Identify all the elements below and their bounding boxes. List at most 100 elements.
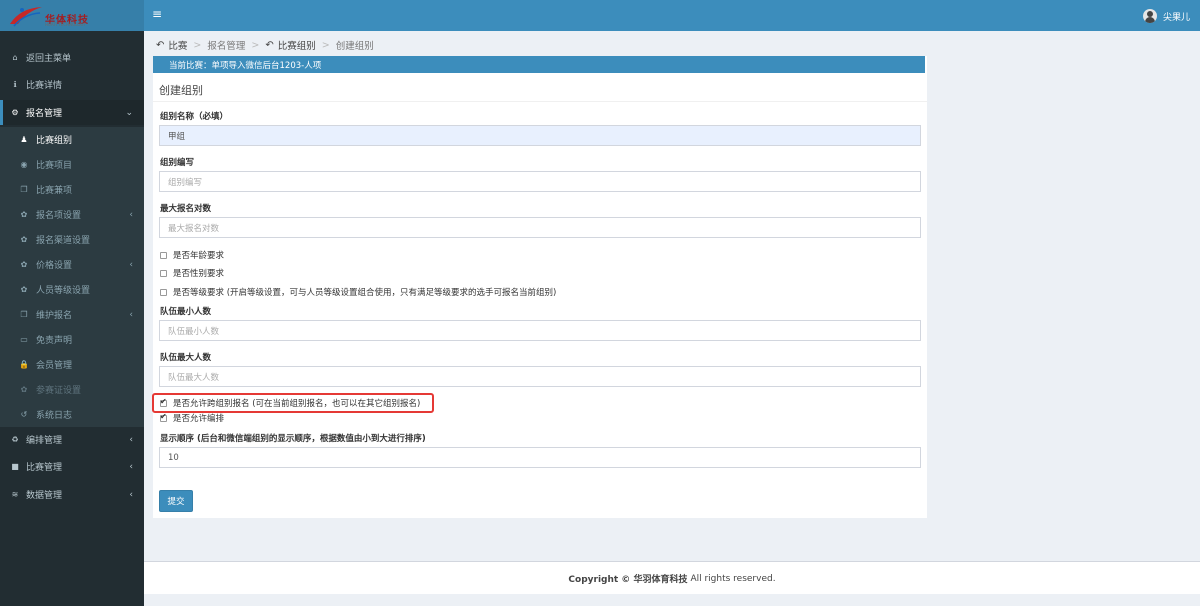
max-pairs-label: 最大报名对数 [160, 204, 212, 214]
sidebar-item-label: 会员管理 [36, 361, 73, 371]
chevron-left-icon: ‹ [129, 209, 133, 220]
sidebar-item-registration-channels[interactable]: ✿ 报名渠道设置 [0, 227, 144, 252]
sidebar-item-system-log[interactable]: ↺ 系统日志 [0, 402, 144, 427]
chevron-left-icon: ‹ [129, 259, 133, 270]
reply-icon: ↶ [265, 39, 274, 51]
sidebar-item-label: 价格设置 [36, 261, 73, 271]
footer-copyright: Copyright © 华羽体育科技 [568, 575, 688, 585]
divider [153, 101, 927, 102]
footer-rights: All rights reserved. [690, 573, 776, 584]
allow-arrange-checkbox[interactable] [160, 412, 167, 422]
page-title: 创建组别 [159, 84, 203, 97]
display-order-input[interactable]: 10 [159, 447, 921, 468]
breadcrumb-match[interactable]: 比赛 [168, 38, 187, 52]
logo-subtext: HUATI TECHNOLOGY [45, 22, 86, 27]
sidebar-item-member-levels[interactable]: ✿ 人员等级设置 [0, 277, 144, 302]
sidebar-item-members[interactable]: 🔒 会员管理 [0, 352, 144, 377]
copy-icon: ❐ [20, 185, 28, 194]
sidebar-item-combined-events[interactable]: ❐ 比赛兼项 [0, 177, 144, 202]
breadcrumb: ↶ 比赛 > 报名管理 > ↶ 比赛组别 > 创建组别 [156, 38, 374, 53]
breadcrumb-separator: > [193, 39, 202, 51]
group-name-value: 甲组 [168, 131, 186, 142]
group-code-input[interactable]: 组别编写 [159, 171, 921, 192]
sidebar-item-label: 比赛详情 [26, 81, 63, 91]
sidebar-item-label: 报名项设置 [36, 211, 82, 221]
sidebar-item-label: 报名渠道设置 [36, 236, 91, 246]
allow-arrange-label: 是否允许编排 [173, 414, 225, 424]
sidebar-item-pricing[interactable]: ✿ 价格设置 ‹ [0, 252, 144, 277]
group-name-label: 组别名称（必填） [160, 112, 229, 122]
breadcrumb-registration[interactable]: 报名管理 [207, 38, 245, 52]
sidebar-item-registration[interactable]: ⚙ 报名管理 ⌄ [0, 100, 144, 125]
cross-group-checkbox[interactable] [160, 397, 167, 407]
sidebar-item-label: 数据管理 [26, 491, 63, 501]
team-max-input[interactable]: 队伍最大人数 [159, 366, 921, 387]
sidebar-item-entry-pass[interactable]: ✿ 参赛证设置 [0, 377, 144, 402]
sidebar-item-maintain-registration[interactable]: ❐ 维护报名 ‹ [0, 302, 144, 327]
gamepad-icon: ◉ [20, 160, 28, 169]
sidebar-item-label: 维护报名 [36, 311, 73, 321]
max-pairs-input[interactable]: 最大报名对数 [159, 217, 921, 238]
footer: Copyright © 华羽体育科技 All rights reserved. [144, 561, 1200, 595]
sidebar-item-events[interactable]: ◉ 比赛项目 [0, 152, 144, 177]
cross-group-label: 是否允许跨组别报名 (可在当前组别报名，也可以在其它组别报名) [173, 399, 421, 409]
team-min-placeholder: 队伍最小人数 [168, 326, 220, 337]
recycle-icon: ♻ [11, 435, 19, 444]
chevron-left-icon: ‹ [129, 461, 133, 472]
user-icon: ♟ [20, 135, 28, 144]
sidebar-item-arrangement[interactable]: ♻ 编排管理 ‹ [0, 427, 144, 452]
create-group-form: 当前比赛：单项导入微信后台1203-人项 创建组别 组别名称（必填） 甲组 组别… [152, 56, 927, 518]
team-max-label: 队伍最大人数 [160, 353, 212, 363]
gender-requirement-checkbox[interactable] [160, 269, 167, 277]
gender-requirement-label: 是否性别要求 [173, 269, 225, 279]
sidebar-item-label: 人员等级设置 [36, 286, 91, 296]
user-name: 尖果儿 [1162, 12, 1190, 23]
allow-arrange-row: 是否允许编排 [160, 412, 224, 424]
sidebar-item-label: 比赛兼项 [36, 186, 73, 196]
logo-swoosh-icon [10, 7, 42, 27]
age-requirement-label: 是否年龄要求 [173, 251, 225, 261]
user-menu[interactable]: 尖果儿 [1142, 7, 1190, 25]
avatar [1142, 9, 1157, 23]
current-match-bar: 当前比赛：单项导入微信后台1203-人项 [153, 56, 925, 73]
lock-icon: 🔒 [19, 360, 29, 369]
sidebar-item-match-details[interactable]: ℹ 比赛详情 [0, 72, 144, 97]
level-requirement-label: 是否等级要求 (开启等级设置，可与人员等级设置组合使用，只有满足等级要求的选手可… [173, 288, 557, 298]
sidebar-item-label: 参赛证设置 [36, 386, 82, 396]
sidebar-item-data-management[interactable]: ≋ 数据管理 ‹ [0, 482, 144, 507]
info-icon: ℹ [13, 80, 17, 89]
submit-button[interactable]: 提交 [159, 490, 193, 512]
breadcrumb-separator: > [321, 39, 330, 51]
sidebar: ⌂ 返回主菜单 ℹ 比赛详情 ⚙ 报名管理 ⌄ ♟ 比赛组别 ◉ 比赛项目 ❐ … [0, 31, 144, 606]
team-min-label: 队伍最小人数 [160, 307, 212, 317]
sidebar-item-label: 系统日志 [36, 411, 73, 421]
gear-icon: ✿ [20, 285, 28, 294]
sidebar-item-label: 比赛组别 [36, 136, 73, 146]
group-code-placeholder: 组别编写 [168, 177, 203, 188]
sidebar-item-registration-fields[interactable]: ✿ 报名项设置 ‹ [0, 202, 144, 227]
sidebar-item-disclaimer[interactable]: ▭ 免责声明 [0, 327, 144, 352]
breadcrumb-groups[interactable]: 比赛组别 [278, 38, 316, 52]
sidebar-item-match-management[interactable]: ■ 比赛管理 ‹ [0, 454, 144, 479]
square-icon: ■ [11, 462, 19, 471]
sidebar-item-groups[interactable]: ♟ 比赛组别 [0, 127, 144, 152]
menu-toggle-icon[interactable]: ≡ [152, 7, 162, 21]
team-min-input[interactable]: 队伍最小人数 [159, 320, 921, 341]
chevron-left-icon: ‹ [129, 489, 133, 500]
logo[interactable]: 华体科技 HUATI TECHNOLOGY [0, 0, 144, 31]
gear-icon: ✿ [20, 260, 28, 269]
gear-icon: ✿ [20, 210, 28, 219]
age-requirement-checkbox[interactable] [160, 251, 167, 259]
top-navbar: 华体科技 HUATI TECHNOLOGY ≡ 尖果儿 [0, 0, 1200, 31]
age-requirement-row: 是否年龄要求 [160, 249, 224, 261]
cross-group-row: 是否允许跨组别报名 (可在当前组别报名，也可以在其它组别报名) [160, 397, 420, 409]
sidebar-item-main-menu[interactable]: ⌂ 返回主菜单 [0, 45, 144, 70]
group-name-input[interactable]: 甲组 [159, 125, 921, 146]
level-requirement-checkbox[interactable] [160, 288, 167, 296]
sidebar-item-label: 报名管理 [26, 109, 63, 119]
display-order-label: 显示顺序 (后台和微信端组别的显示顺序，根据数值由小到大进行排序) [160, 434, 426, 444]
chevron-left-icon: ‹ [129, 434, 133, 445]
max-pairs-placeholder: 最大报名对数 [168, 223, 220, 234]
history-icon: ↺ [20, 410, 28, 419]
level-requirement-row: 是否等级要求 (开启等级设置，可与人员等级设置组合使用，只有满足等级要求的选手可… [160, 286, 556, 298]
